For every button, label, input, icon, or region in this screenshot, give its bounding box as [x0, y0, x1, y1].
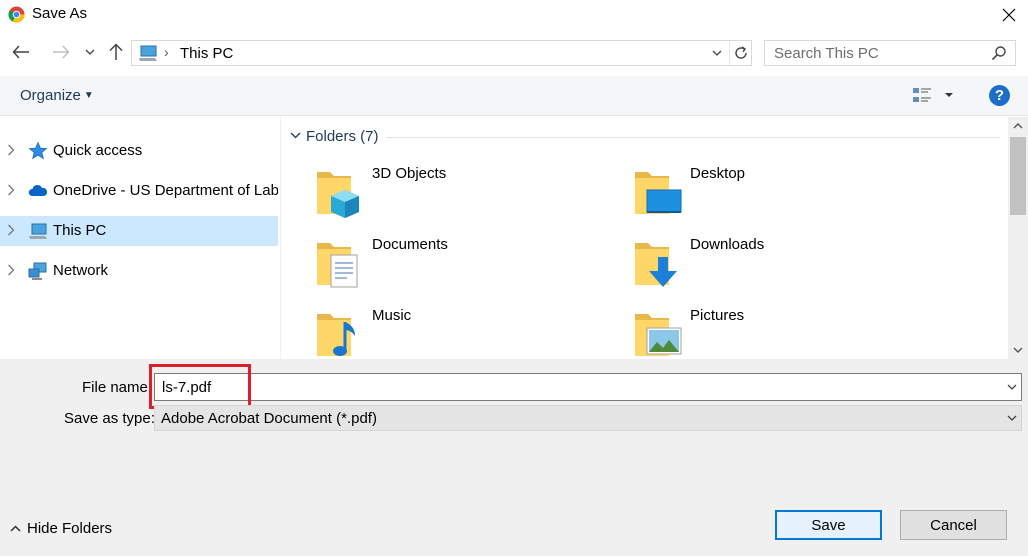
organize-label: Organize — [20, 87, 81, 104]
folder-label: Pictures — [690, 307, 745, 324]
arrow-up-icon — [109, 43, 123, 60]
music-folder-icon — [317, 314, 355, 356]
recent-locations-button[interactable] — [80, 40, 100, 64]
folders-group-label: Folders (7) — [306, 128, 379, 145]
chevron-down-icon — [712, 50, 722, 56]
save-form: File name: Save as type: Adobe Acrobat D… — [0, 359, 1028, 556]
divider — [386, 137, 1000, 138]
vertical-scrollbar[interactable] — [1008, 117, 1028, 359]
forward-button[interactable] — [49, 40, 73, 64]
cloud-icon — [28, 184, 48, 196]
address-bar[interactable]: › This PC — [131, 40, 752, 66]
help-button[interactable]: ? — [989, 85, 1010, 106]
file-name-label: File name: — [82, 379, 153, 396]
view-options-icon — [913, 88, 953, 102]
save-type-dropdown-button[interactable] — [1003, 406, 1021, 430]
folder-item-3d-objects[interactable]: 3D Objects — [315, 162, 615, 222]
arrow-right-icon — [53, 45, 70, 59]
chevron-down-icon — [290, 132, 301, 139]
caret-down-icon: ▼ — [83, 90, 94, 101]
nav-item-label: This PC — [53, 222, 107, 239]
file-name-combobox — [154, 373, 1022, 401]
file-name-dropdown-button[interactable] — [1003, 374, 1021, 400]
folder-item-desktop[interactable]: Desktop — [633, 162, 933, 222]
chevron-down-icon — [85, 49, 95, 55]
folder-label: Downloads — [690, 236, 765, 253]
chevron-up-icon — [1013, 123, 1023, 129]
nav-item-network[interactable]: Network — [0, 256, 278, 286]
hide-folders-button[interactable]: Hide Folders — [10, 520, 112, 537]
folders-group-header[interactable]: Folders (7) — [290, 128, 379, 145]
command-toolbar: Organize ▼ ? — [0, 76, 1028, 116]
folder-item-pictures[interactable]: Pictures — [633, 304, 933, 359]
chevron-right-icon[interactable] — [7, 224, 15, 236]
folder-label: Documents — [372, 236, 448, 253]
hide-folders-label: Hide Folders — [27, 520, 113, 537]
file-list: Folders (7) 3D Objects Desktop Documents… — [282, 117, 1008, 359]
folder-item-downloads[interactable]: Downloads — [633, 233, 933, 293]
pictures-folder-icon — [635, 314, 682, 356]
downloads-folder-icon — [635, 243, 677, 287]
search-input[interactable] — [765, 41, 985, 65]
save-button[interactable]: Save — [775, 510, 882, 540]
close-icon — [1002, 8, 1016, 22]
refresh-icon — [734, 46, 747, 59]
save-type-select[interactable]: Adobe Acrobat Document (*.pdf) — [154, 405, 1022, 431]
navigation-pane: Quick access OneDrive - US Department of… — [0, 117, 281, 359]
chevron-down-icon — [1007, 415, 1017, 421]
highlight-box — [149, 364, 251, 409]
save-type-value: Adobe Acrobat Document (*.pdf) — [161, 410, 377, 427]
chevron-up-icon — [10, 525, 21, 532]
chevron-down-icon — [1013, 347, 1023, 353]
window-title: Save As — [32, 5, 88, 22]
folder-label: 3D Objects — [372, 165, 447, 182]
computer-icon — [139, 45, 157, 61]
3d-objects-folder-icon — [317, 172, 359, 218]
cancel-button[interactable]: Cancel — [900, 510, 1007, 540]
scroll-thumb[interactable] — [1010, 137, 1026, 215]
back-button[interactable] — [9, 40, 33, 64]
breadcrumb[interactable]: This PC — [180, 45, 233, 62]
desktop-folder-icon — [635, 172, 682, 214]
folder-item-music[interactable]: Music — [315, 304, 615, 359]
close-button[interactable] — [990, 0, 1028, 30]
refresh-button[interactable] — [729, 41, 751, 65]
nav-item-label: OneDrive - US Department of Lab — [53, 182, 278, 199]
save-type-label: Save as type: — [64, 410, 155, 427]
search-box — [764, 40, 1016, 66]
chevron-right-icon[interactable] — [7, 184, 15, 196]
folder-item-documents[interactable]: Documents — [315, 233, 615, 293]
scroll-down-button[interactable] — [1008, 341, 1028, 359]
breadcrumb-separator: › — [164, 44, 169, 60]
change-view-button[interactable] — [912, 85, 956, 107]
chevron-down-icon — [1007, 384, 1017, 390]
nav-item-label: Network — [53, 262, 109, 279]
arrow-left-icon — [12, 45, 29, 59]
scroll-up-button[interactable] — [1008, 117, 1028, 135]
folder-label: Desktop — [690, 165, 746, 182]
chevron-right-icon[interactable] — [7, 264, 15, 276]
nav-item-label: Quick access — [53, 142, 143, 159]
chevron-right-icon[interactable] — [7, 144, 15, 156]
folder-label: Music — [372, 307, 412, 324]
star-icon — [28, 141, 48, 160]
network-icon — [28, 262, 47, 280]
computer-icon — [29, 223, 47, 239]
organize-menu[interactable]: Organize ▼ — [20, 87, 94, 104]
address-dropdown-button[interactable] — [706, 41, 728, 65]
search-icon[interactable] — [991, 45, 1007, 61]
file-name-field[interactable] — [155, 374, 995, 400]
documents-folder-icon — [317, 243, 358, 288]
title-bar: Save As — [0, 0, 1028, 30]
up-button[interactable] — [104, 40, 128, 64]
nav-item-this-pc[interactable]: This PC — [0, 216, 278, 246]
nav-item-onedrive[interactable]: OneDrive - US Department of Lab — [0, 176, 278, 206]
chrome-icon — [8, 6, 25, 23]
nav-item-quick-access[interactable]: Quick access — [0, 136, 278, 166]
